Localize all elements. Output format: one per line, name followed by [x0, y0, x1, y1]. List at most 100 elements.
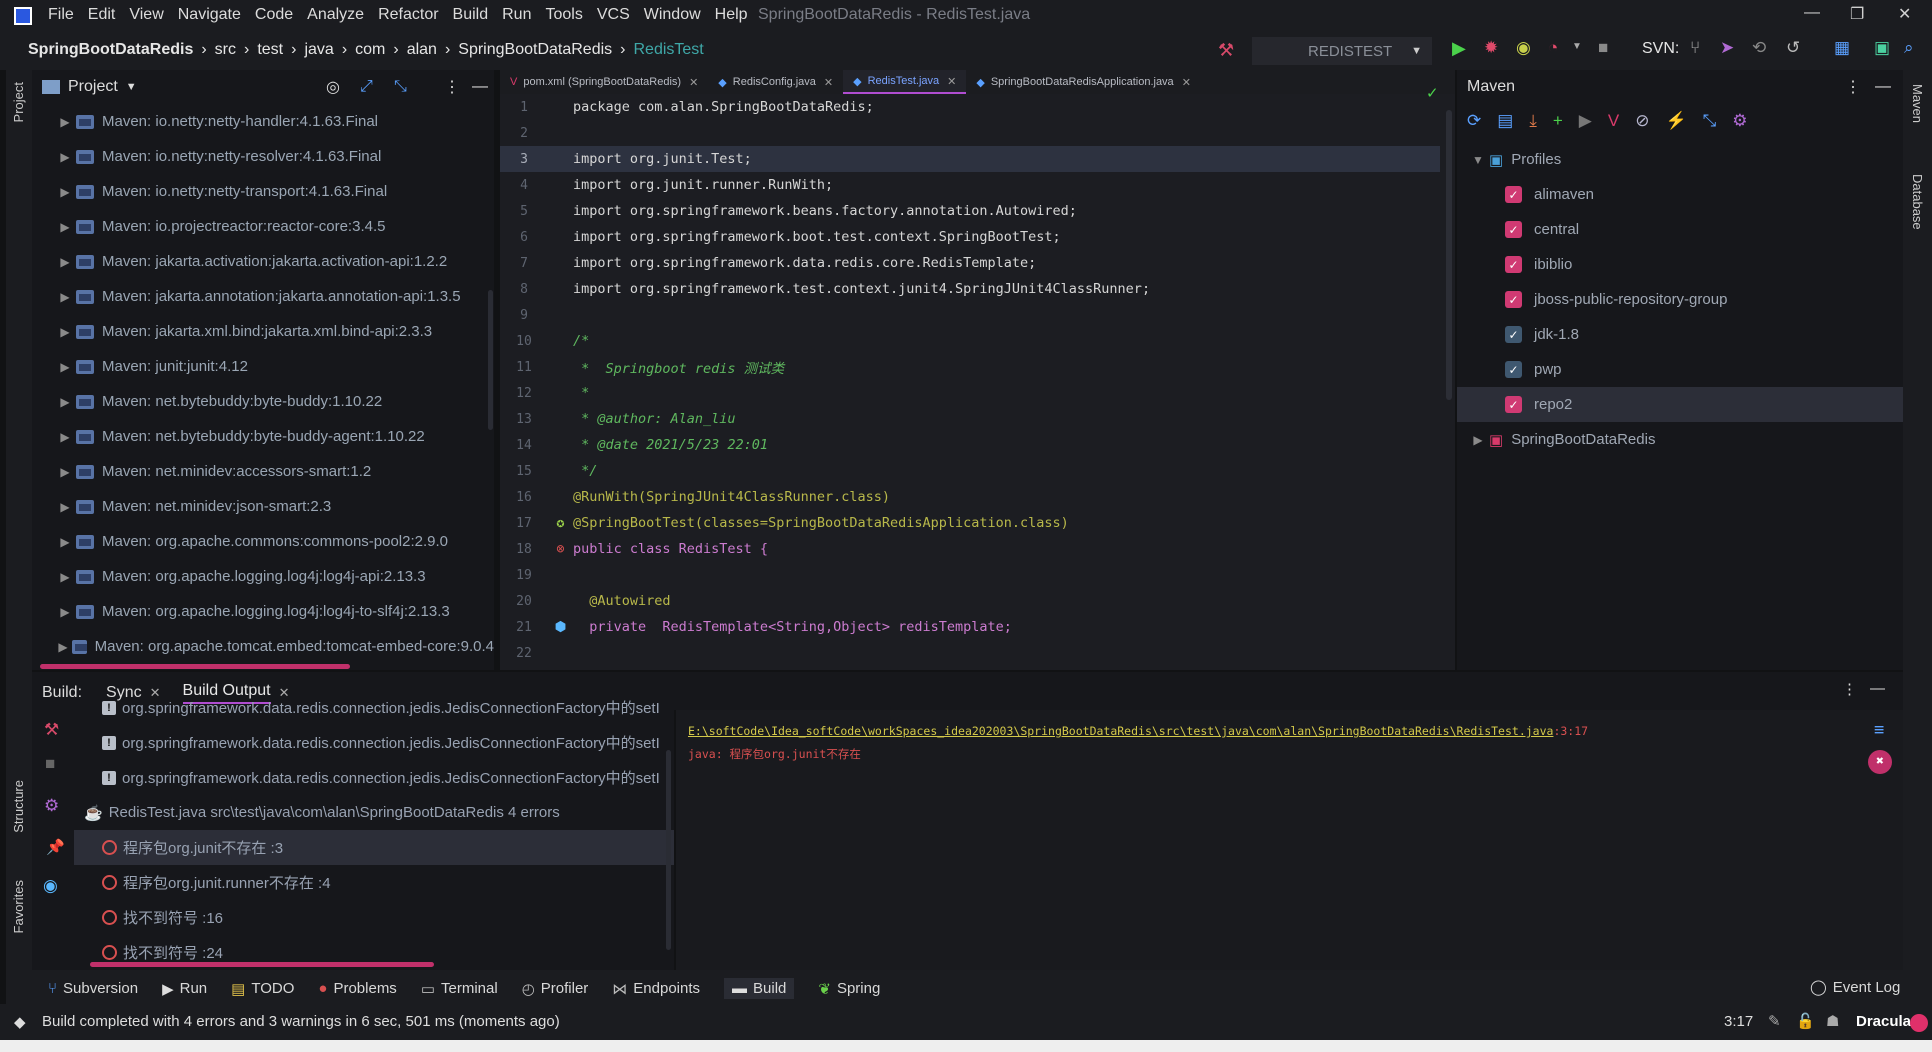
code-line[interactable]: @RunWith(SpringJUnit4ClassRunner.class) — [573, 489, 890, 505]
tree-item[interactable]: ▶ Maven: jakarta.annotation:jakarta.annot… — [54, 279, 494, 314]
breadcrumb-java[interactable]: java — [304, 41, 333, 59]
code-line[interactable]: public class RedisTest { — [573, 541, 768, 557]
vcs-commit-icon[interactable]: ➤ — [1720, 38, 1734, 58]
eye-icon[interactable]: ◉ — [43, 876, 58, 896]
tool-profiler[interactable]: ◴ Profiler — [522, 980, 589, 998]
download-icon[interactable]: ⤓ — [1529, 111, 1537, 131]
editor-scrollbar[interactable] — [1446, 110, 1452, 400]
build-file-row[interactable]: ☕ RedisTest.java src\test\java\com\alan\S… — [74, 795, 674, 830]
tree-item[interactable]: ▶ Maven: org.apache.tomcat.embed:tomcat-e… — [54, 629, 494, 664]
code-line[interactable]: private RedisTemplate<String,Object> red… — [573, 619, 1012, 635]
tool-terminal[interactable]: ▭ Terminal — [421, 980, 498, 998]
run-icon[interactable]: ▶ — [1579, 111, 1592, 131]
profiles-node[interactable]: ▼ ▣ Profiles — [1457, 142, 1903, 177]
menu-run[interactable]: Run — [502, 6, 531, 24]
profile-dropdown-icon[interactable]: ▼ — [1572, 41, 1582, 52]
build-warning-row[interactable]: ! org.springframework.data.redis.connecti… — [74, 725, 674, 760]
profile-item-selected[interactable]: ✓ repo2 — [1457, 387, 1903, 422]
tree-item[interactable]: ▶ Maven: net.minidev:accessors-smart:1.2 — [54, 454, 494, 489]
tab-redis-test[interactable]: ◆ RedisTest.java ✕ — [843, 70, 967, 94]
tree-item[interactable]: ▶ Maven: junit:junit:4.12 — [54, 349, 494, 384]
side-tab-structure[interactable]: Structure — [11, 780, 26, 833]
tree-item[interactable]: ▶ Maven: org.apache.commons:commons-pool2… — [54, 524, 494, 559]
project-panel-title[interactable]: Project — [68, 78, 118, 96]
breadcrumb-com[interactable]: com — [355, 41, 385, 59]
skip-tests-icon[interactable]: ⚡ — [1665, 111, 1686, 131]
checkbox-checked[interactable]: ✓ — [1505, 256, 1522, 273]
checkbox-checked[interactable]: ✓ — [1505, 221, 1522, 238]
close-tab-icon[interactable]: ✕ — [1182, 76, 1191, 89]
profile-icon[interactable]: ◔ — [1548, 38, 1558, 58]
spring-bean-icon[interactable]: ✪ — [548, 515, 573, 531]
build-warning-row[interactable]: ! org.springframework.data.redis.connecti… — [74, 760, 674, 795]
build-error-row[interactable]: 程序包org.junit.runner不存在 :4 — [74, 865, 674, 900]
theme-name[interactable]: Dracula — [1856, 1013, 1911, 1030]
maven-project-node[interactable]: ▶ ▣ SpringBootDataRedis — [1457, 422, 1903, 457]
event-log-button[interactable]: ◯ Event Log — [1810, 978, 1900, 997]
tool-problems[interactable]: ● Problems — [318, 980, 396, 997]
menu-analyze[interactable]: Analyze — [307, 6, 364, 24]
code-line[interactable]: import org.springframework.data.redis.co… — [573, 255, 1036, 271]
tree-item[interactable]: ▶ Maven: io.netty:netty-handler:4.1.63.Fi… — [54, 104, 494, 139]
code-line[interactable]: @SpringBootTest(classes=SpringBootDataRe… — [573, 515, 1069, 531]
breadcrumb-package[interactable]: SpringBootDataRedis — [458, 41, 612, 59]
caret-position[interactable]: 3:17 — [1724, 1013, 1753, 1030]
profile-item[interactable]: ✓ jdk-1.8 — [1457, 317, 1903, 352]
code-line[interactable]: import org.junit.runner.RunWith; — [573, 177, 833, 193]
profile-item[interactable]: ✓ ibiblio — [1457, 247, 1903, 282]
collapse-all-icon[interactable]: ⤡ — [394, 78, 407, 96]
reload-icon[interactable]: ⟳ — [1467, 111, 1481, 131]
inspection-ok-icon[interactable]: ✓ — [1426, 84, 1439, 102]
stop-icon[interactable]: ■ — [45, 754, 55, 774]
hammer-icon[interactable]: ⚒ — [44, 720, 59, 740]
code-line[interactable]: import org.springframework.beans.factory… — [573, 203, 1077, 219]
add-icon[interactable]: + — [1553, 111, 1563, 131]
code-line[interactable]: * Springboot redis 测试类 — [573, 357, 784, 377]
tree-item[interactable]: ▶ Maven: io.projectreactor:reactor-core:3… — [54, 209, 494, 244]
code-line[interactable]: */ — [573, 463, 597, 479]
checkbox-implicit[interactable]: ✓ — [1505, 326, 1522, 343]
side-tab-project[interactable]: Project — [11, 82, 26, 122]
menu-code[interactable]: Code — [255, 6, 293, 24]
menu-help[interactable]: Help — [715, 6, 748, 24]
tree-item[interactable]: ▶ Maven: io.netty:netty-transport:4.1.63.… — [54, 174, 494, 209]
tool-build-active[interactable]: ▬ Build — [724, 978, 795, 999]
checkbox-checked[interactable]: ✓ — [1505, 186, 1522, 203]
tool-subversion[interactable]: ⑂ Subversion — [48, 980, 138, 997]
close-tab-icon[interactable]: ✕ — [689, 76, 698, 89]
expand-all-icon[interactable]: ⤢ — [360, 78, 373, 96]
error-file-link[interactable]: E:\softCode\Idea_softCode\workSpaces_ide… — [688, 724, 1553, 738]
options-icon[interactable]: ⋮ — [444, 77, 460, 97]
profile-item[interactable]: ✓ central — [1457, 212, 1903, 247]
code-line[interactable]: package com.alan.SpringBootDataRedis; — [573, 99, 874, 115]
side-tab-database[interactable]: Database — [1910, 174, 1925, 230]
stop-icon[interactable]: ■ — [1598, 38, 1608, 58]
profile-item[interactable]: ✓ jboss-public-repository-group — [1457, 282, 1903, 317]
build-error-row-selected[interactable]: 程序包org.junit不存在 :3 — [74, 830, 674, 865]
run-config-select[interactable]: REDISTEST ▼ — [1252, 37, 1432, 65]
tree-item[interactable]: ▶ Maven: org.apache.logging.log4j:log4j-t… — [54, 594, 494, 629]
checkbox-implicit[interactable]: ✓ — [1505, 361, 1522, 378]
hammer-icon[interactable]: ⚒ — [1218, 40, 1234, 61]
build-warning-row[interactable]: ! org.springframework.data.redis.connecti… — [74, 690, 674, 725]
project-structure-icon[interactable]: ▦ — [1834, 38, 1850, 58]
settings-icon[interactable]: ⚙ — [1732, 111, 1747, 131]
search-icon[interactable]: ⌕ — [1904, 38, 1914, 58]
menu-view[interactable]: View — [129, 6, 163, 24]
hide-icon[interactable]: — — [1870, 680, 1885, 697]
menu-window[interactable]: Window — [644, 6, 701, 24]
terminal-icon[interactable]: ▣ — [1874, 38, 1890, 58]
tree-item[interactable]: ▶ Maven: net.bytebuddy:byte-buddy-agent:1… — [54, 419, 494, 454]
options-icon[interactable]: ⋮ — [1845, 77, 1861, 97]
code-line[interactable]: import org.springframework.test.context.… — [573, 281, 1150, 297]
code-line[interactable]: * — [573, 385, 589, 401]
error-gutter-icon[interactable]: ⊗ — [548, 541, 573, 557]
build-error-row[interactable]: 找不到符号 :16 — [74, 900, 674, 935]
tree-item[interactable]: ▶ Maven: net.bytebuddy:byte-buddy:1.10.22 — [54, 384, 494, 419]
edit-icon[interactable]: ✎ — [1768, 1012, 1781, 1030]
breadcrumb-alan[interactable]: alan — [407, 41, 437, 59]
options-icon[interactable]: ⋮ — [1842, 680, 1857, 698]
autowired-gutter-icon[interactable]: ⬢ — [548, 619, 573, 635]
close-icon[interactable]: ✕ — [1898, 4, 1911, 24]
clear-console-icon[interactable]: ✖ — [1868, 750, 1892, 774]
